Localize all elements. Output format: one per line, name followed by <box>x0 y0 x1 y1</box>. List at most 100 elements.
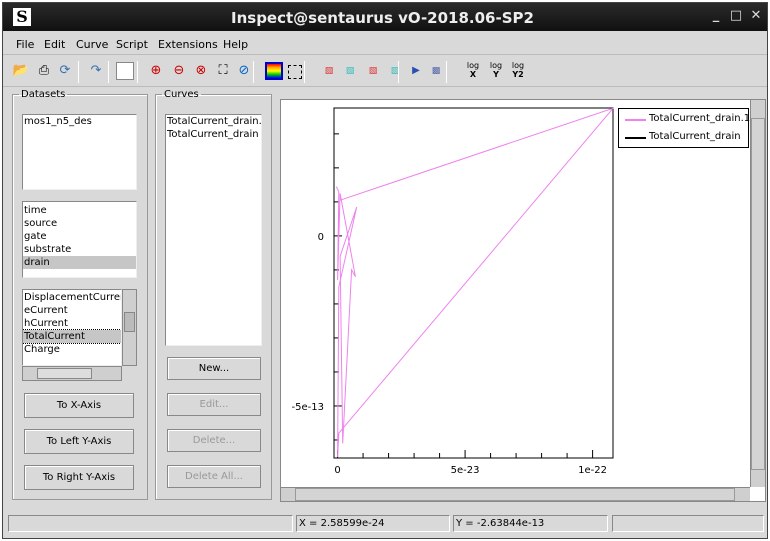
zoom-reset-icon[interactable]: ⊗ <box>191 61 211 81</box>
main-window: S Inspect@sentaurus vO-2018.06-SP2 _ □ ✕… <box>2 2 768 539</box>
dataset-file-list[interactable]: mos1_n5_des <box>22 114 137 190</box>
list-item[interactable]: mos1_n5_des <box>23 115 136 128</box>
new-frame-icon[interactable] <box>116 62 134 80</box>
log-x-label: X <box>469 70 477 79</box>
log-y-icon[interactable]: log Y <box>486 61 506 81</box>
edit-curve-button[interactable]: Edit... <box>167 393 261 416</box>
list-item-selected[interactable]: TotalCurrent <box>23 329 121 344</box>
log-y2-label: Y2 <box>512 70 524 79</box>
menu-edit[interactable]: Edit <box>44 38 65 51</box>
list-item[interactable]: DisplacementCurrent <box>23 291 121 304</box>
to-left-y-axis-button[interactable]: To Left Y-Axis <box>24 429 134 454</box>
separator <box>446 61 447 83</box>
to-x-axis-button[interactable]: To X-Axis <box>24 393 134 418</box>
list-item[interactable]: gate <box>23 230 136 243</box>
plot-horizontal-scrollbar[interactable] <box>281 487 750 501</box>
zoom-in-icon[interactable]: ⊕ <box>146 61 166 81</box>
delete-all-curves-button[interactable]: Delete All... <box>167 465 261 488</box>
x-tick-label: 1e-22 <box>578 465 607 476</box>
list-item[interactable]: source <box>23 217 136 230</box>
list-item[interactable]: TotalCurrent_drain <box>166 128 261 141</box>
curves-list[interactable]: TotalCurrent_drain.1 TotalCurrent_drain <box>165 114 262 346</box>
toolbar: 📂 ⎙ ⟳ ↷ ⊕ ⊖ ⊗ ⛶ ⊘ ▧ ▧ ▧ ▧ ▶ ▩ log X log Y … <box>3 57 767 87</box>
separator <box>253 61 254 83</box>
open-icon[interactable]: 📂 <box>11 61 31 81</box>
menu-bar: File Edit Curve Script Extensions Help <box>3 33 767 55</box>
legend-swatch-drain-1 <box>625 119 646 121</box>
quantity-vertical-scrollbar[interactable] <box>122 289 137 366</box>
menu-script[interactable]: Script <box>116 38 148 51</box>
status-bar: X = 2.58599e-24 Y = -2.63844e-13 <box>3 513 767 535</box>
datasets-label: Datasets <box>21 89 66 100</box>
list-item[interactable]: TotalCurrent_drain.1 <box>166 115 261 128</box>
log-label: log <box>466 61 480 70</box>
plot-frame <box>333 107 614 459</box>
scrollbar-thumb[interactable] <box>37 368 92 379</box>
status-field <box>8 515 293 532</box>
separator <box>304 61 305 83</box>
print-icon[interactable]: ⎙ <box>34 61 54 81</box>
list-item-selected[interactable]: drain <box>23 256 136 269</box>
list-item[interactable]: Charge <box>23 343 121 356</box>
list-item[interactable]: hCurrent <box>23 317 121 330</box>
dataset-group-list[interactable]: time source gate substrate drain <box>22 201 137 278</box>
menu-curve[interactable]: Curve <box>76 38 108 51</box>
menu-help[interactable]: Help <box>223 38 248 51</box>
log-y-label: Y <box>493 70 499 79</box>
app-logo: S <box>13 8 31 26</box>
chart[interactable]: 0 5e-23 1e-22 0 -5e-13 <box>281 100 751 485</box>
curve-style-3-icon[interactable]: ▧ <box>363 61 383 81</box>
y-tick-label: 0 <box>318 232 324 243</box>
quantity-list[interactable]: DisplacementCurrent eCurrent hCurrent To… <box>22 289 122 366</box>
maximize-button[interactable]: □ <box>729 9 743 23</box>
plot-area[interactable]: 0 5e-23 1e-22 0 -5e-13 TotalCurrent_drain.1 … <box>280 99 766 502</box>
zoom-out-icon[interactable]: ⊖ <box>169 61 189 81</box>
title-bar[interactable]: S Inspect@sentaurus vO-2018.06-SP2 _ □ ✕ <box>3 3 767 31</box>
status-x-readout: X = 2.58599e-24 <box>296 515 450 532</box>
log-x-icon[interactable]: log X <box>463 61 483 81</box>
separator <box>398 61 399 83</box>
reload-icon[interactable]: ⟳ <box>55 61 75 81</box>
separator <box>78 61 79 83</box>
menu-file[interactable]: File <box>16 38 34 51</box>
zoom-region-icon[interactable]: ⊘ <box>234 61 254 81</box>
list-item[interactable]: time <box>23 204 136 217</box>
redo-icon[interactable]: ↷ <box>86 61 106 81</box>
menu-extensions[interactable]: Extensions <box>158 38 218 51</box>
minimize-button[interactable]: _ <box>709 9 723 23</box>
stop-icon[interactable]: ▩ <box>426 61 446 81</box>
log-label: log <box>489 61 503 70</box>
separator <box>108 61 109 83</box>
to-right-y-axis-button[interactable]: To Right Y-Axis <box>24 465 134 490</box>
quantity-horizontal-scrollbar[interactable] <box>22 366 122 381</box>
x-tick-label: 0 <box>334 465 340 476</box>
scrollbar-thumb[interactable] <box>751 118 765 470</box>
log-y2-icon[interactable]: log Y2 <box>508 61 528 81</box>
list-item[interactable]: eCurrent <box>23 304 121 317</box>
separator <box>137 61 138 83</box>
scrollbar-thumb[interactable] <box>295 488 735 501</box>
play-icon[interactable]: ▶ <box>406 61 426 81</box>
log-label: log <box>511 61 525 70</box>
new-curve-button[interactable]: New... <box>167 357 261 380</box>
legend-label: TotalCurrent_drain.1 <box>649 113 751 124</box>
curve-style-1-icon[interactable]: ▧ <box>319 61 339 81</box>
grid-icon[interactable] <box>288 65 302 79</box>
legend-label: TotalCurrent_drain <box>649 131 741 142</box>
curve-style-4-icon[interactable]: ▧ <box>385 61 405 81</box>
zoom-fit-icon[interactable]: ⛶ <box>213 61 233 81</box>
legend-icon[interactable] <box>265 62 283 80</box>
plot-vertical-scrollbar[interactable] <box>750 100 765 487</box>
chart-legend: TotalCurrent_drain.1 TotalCurrent_drain <box>618 108 751 148</box>
list-item[interactable]: substrate <box>23 243 136 256</box>
delete-curve-button[interactable]: Delete... <box>167 429 261 452</box>
y-tick-label: -5e-13 <box>292 402 324 413</box>
window-title: Inspect@sentaurus vO-2018.06-SP2 <box>231 9 534 27</box>
close-button[interactable]: ✕ <box>749 9 763 23</box>
curves-label: Curves <box>164 89 199 100</box>
x-tick-label: 5e-23 <box>451 465 480 476</box>
scrollbar-thumb[interactable] <box>124 312 135 332</box>
status-field <box>612 515 764 532</box>
status-y-readout: Y = -2.63844e-13 <box>453 515 608 532</box>
curve-style-2-icon[interactable]: ▧ <box>340 61 360 81</box>
